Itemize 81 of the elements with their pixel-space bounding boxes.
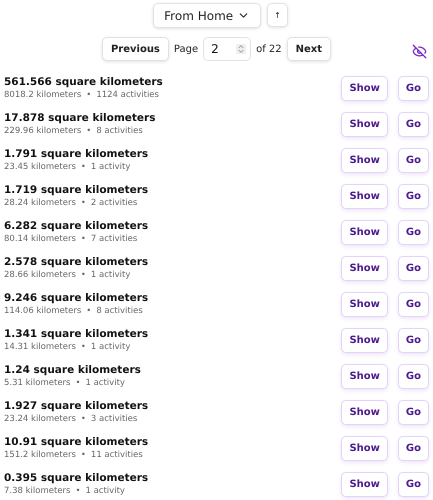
separator-dot: • [80,162,86,172]
distance-text: 28.24 kilometers [4,198,76,208]
activity-count: 8 activities [96,306,143,316]
separator-dot: • [80,342,86,352]
separator-dot: • [80,414,86,424]
eye-off-icon[interactable] [412,44,427,59]
activity-count: 11 activities [90,450,143,460]
go-button[interactable]: Go [398,292,429,316]
area-title: 1.341 square kilometers [4,328,150,340]
activity-count: 3 activities [90,414,138,424]
distance-text: 229.96 kilometers [4,126,82,136]
activity-count: 1 activity [90,162,130,172]
area-title: 2.578 square kilometers [4,256,150,268]
separator-dot: • [75,378,80,388]
go-button[interactable]: Go [398,472,429,496]
show-button[interactable]: Show [341,292,388,316]
distance-text: 151.2 kilometers [4,450,76,460]
separator-dot: • [80,198,86,208]
separator-dot: • [80,270,86,280]
distance-text: 5.31 kilometers [4,378,70,388]
separator-dot: • [86,126,92,136]
activity-count: 1 activity [85,378,125,388]
activity-count: 1 activity [90,270,130,280]
separator-dot: • [80,234,86,244]
go-button[interactable]: Go [398,436,429,460]
go-button[interactable]: Go [398,400,429,424]
area-title: 10.91 square kilometers [4,436,150,448]
distance-text: 7.38 kilometers [4,486,70,496]
show-button[interactable]: Show [341,220,388,244]
area-title: 1.791 square kilometers [4,148,150,160]
show-button[interactable]: Show [341,472,388,496]
go-button[interactable]: Go [398,112,429,136]
show-button[interactable]: Show [341,112,388,136]
distance-text: 8018.2 kilometers [4,90,82,100]
show-button[interactable]: Show [341,328,388,352]
activity-count: 1124 activities [96,90,159,100]
area-title: 561.566 square kilometers [4,76,164,88]
show-button[interactable]: Show [341,364,388,388]
area-title: 9.246 square kilometers [4,292,150,304]
show-button[interactable]: Show [341,436,388,460]
show-button[interactable]: Show [341,76,388,100]
activity-count: 1 activity [85,486,125,496]
separator-dot: • [86,306,92,316]
distance-text: 114.06 kilometers [4,306,82,316]
sort-dropdown[interactable]: From Home [153,3,262,28]
area-title: 1.927 square kilometers [4,400,150,412]
distance-text: 23.45 kilometers [4,162,76,172]
go-button[interactable]: Go [398,328,429,352]
page-input[interactable]: 2 [203,37,252,61]
go-button[interactable]: Go [398,256,429,280]
show-button[interactable]: Show [341,256,388,280]
distance-text: 80.14 kilometers [4,234,76,244]
distance-text: 14.31 kilometers [4,342,76,352]
next-button[interactable]: Next [286,37,332,61]
distance-text: 28.66 kilometers [4,270,76,280]
separator-dot: • [75,486,80,496]
area-title: 17.878 square kilometers [4,112,156,124]
separator-dot: • [86,90,92,100]
page-label: Page [174,44,198,54]
stepper-icon[interactable] [236,44,246,54]
area-title: 0.395 square kilometers [4,472,150,484]
go-button[interactable]: Go [398,220,429,244]
activity-count: 1 activity [90,342,130,352]
area-title: 6.282 square kilometers [4,220,150,232]
show-button[interactable]: Show [341,184,388,208]
area-title: 1.719 square kilometers [4,184,150,196]
activity-count: 7 activities [90,234,138,244]
show-button[interactable]: Show [341,148,388,172]
go-button[interactable]: Go [398,184,429,208]
sort-direction-button[interactable]: ↑ [267,3,288,27]
go-button[interactable]: Go [398,364,429,388]
show-button[interactable]: Show [341,400,388,424]
go-button[interactable]: Go [398,148,429,172]
activity-count: 8 activities [96,126,143,136]
activity-count: 2 activities [90,198,138,208]
go-button[interactable]: Go [398,76,429,100]
distance-text: 23.24 kilometers [4,414,76,424]
page-count: of 22 [256,44,282,54]
area-title: 1.24 square kilometers [4,364,142,376]
previous-button[interactable]: Previous [102,37,169,61]
separator-dot: • [80,450,86,460]
